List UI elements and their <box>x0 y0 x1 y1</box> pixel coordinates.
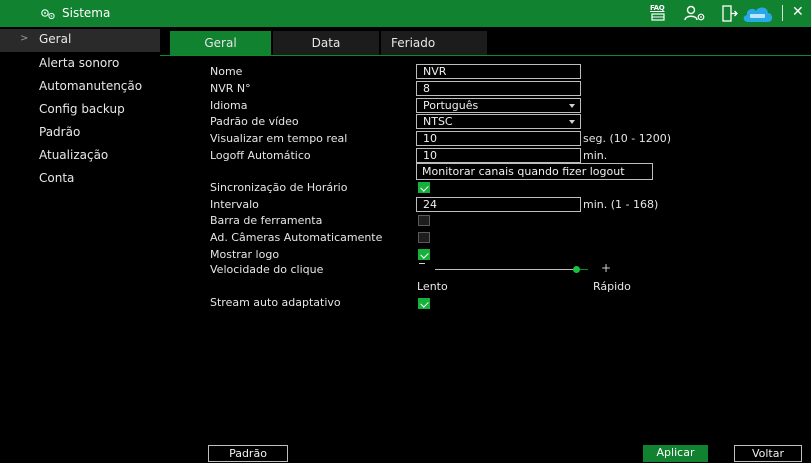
user-icon[interactable] <box>684 5 706 21</box>
slider-low-label: Lento <box>417 280 448 293</box>
mostrar-logo-checkbox[interactable] <box>418 249 430 260</box>
sidebar-item-config-backup[interactable]: Config backup <box>0 99 160 122</box>
sidebar-item-label: Padrão <box>39 125 81 139</box>
velocidade-slider[interactable] <box>435 266 588 273</box>
tab-geral[interactable]: Geral <box>170 31 271 55</box>
close-icon[interactable]: ✕ <box>792 4 804 20</box>
visualizar-suffix: seg. (10 - 1200) <box>583 132 672 145</box>
padrao-video-label: Padrão de vídeo <box>210 115 299 128</box>
sincronizacao-label: Sincronização de Horário <box>210 181 348 194</box>
sidebar-item-label: Automanutenção <box>39 79 143 93</box>
sidebar: > Geral Alerta sonoro Automanutenção Con… <box>0 27 160 463</box>
sidebar-item-automanutencao[interactable]: Automanutenção <box>0 76 160 99</box>
slider-decrease-icon[interactable] <box>419 263 425 264</box>
slider-fill <box>435 269 576 270</box>
idioma-label: Idioma <box>210 99 248 112</box>
mostrar-logo-label: Mostrar logo <box>210 248 280 261</box>
exit-icon[interactable] <box>722 5 738 22</box>
slider-thumb[interactable] <box>573 266 580 273</box>
logoff-input[interactable]: 10 <box>416 148 581 163</box>
visualizar-label: Visualizar em tempo real <box>210 132 348 145</box>
chevron-down-icon <box>569 104 575 108</box>
sidebar-item-alerta-sonoro[interactable]: Alerta sonoro <box>0 53 160 76</box>
sidebar-item-label: Config backup <box>39 102 125 116</box>
nvr-number-label: NVR N° <box>210 82 251 95</box>
intervalo-label: Intervalo <box>210 198 259 211</box>
logoff-suffix: min. <box>583 149 608 162</box>
title-bar: Sistema FAQ ✕ <box>0 0 811 27</box>
titlebar-separator <box>782 5 783 21</box>
faq-label: FAQ <box>650 4 665 12</box>
sincronizacao-checkbox[interactable] <box>418 182 430 193</box>
apply-button[interactable]: Aplicar <box>643 445 708 462</box>
chevron-down-icon <box>569 120 575 124</box>
stream-label: Stream auto adaptativo <box>210 296 341 309</box>
intervalo-input[interactable]: 24 <box>416 197 581 212</box>
slider-high-label: Rápido <box>593 280 631 293</box>
tab-label: Feriado <box>391 36 436 50</box>
idioma-value: Português <box>423 99 479 112</box>
ad-cameras-checkbox[interactable] <box>418 232 430 243</box>
slider-increase-icon[interactable]: + <box>601 262 611 274</box>
nvr-number-value: 8 <box>423 82 430 95</box>
barra-label: Barra de ferramenta <box>210 214 323 227</box>
intervalo-suffix: min. (1 - 168) <box>583 198 659 211</box>
tab-feriado[interactable]: Feriado <box>381 31 487 55</box>
sidebar-item-label: Atualização <box>39 148 109 162</box>
nome-label: Nome <box>210 65 243 78</box>
barra-checkbox[interactable] <box>418 215 430 226</box>
tab-data[interactable]: Data <box>273 31 379 55</box>
window-title: Sistema <box>62 6 111 20</box>
default-button[interactable]: Padrão <box>208 445 288 462</box>
velocidade-label: Velocidade do clique <box>210 263 324 276</box>
nvr-number-input[interactable]: 8 <box>416 81 581 96</box>
padrao-video-select[interactable]: NTSC <box>416 114 581 129</box>
visualizar-input[interactable]: 10 <box>416 131 581 146</box>
idioma-select[interactable]: Português <box>416 98 581 113</box>
nome-value: NVR <box>423 65 447 78</box>
settings-icon <box>41 9 55 20</box>
tab-label: Data <box>311 36 341 50</box>
back-button-label: Voltar <box>751 447 785 460</box>
sidebar-item-label: Conta <box>39 171 75 185</box>
sidebar-item-label: Alerta sonoro <box>39 56 120 70</box>
monitor-channels-label: Monitorar canais quando fizer logout <box>422 165 625 178</box>
tab-label: Geral <box>204 36 237 50</box>
apply-button-label: Aplicar <box>656 446 695 459</box>
logoff-label: Logoff Automático <box>210 149 311 162</box>
back-button[interactable]: Voltar <box>734 445 802 462</box>
faq-icon[interactable]: FAQ <box>650 4 666 22</box>
sidebar-item-label: Geral <box>39 32 72 46</box>
cloud-icon[interactable] <box>741 3 775 24</box>
sidebar-item-conta[interactable]: Conta <box>0 168 160 191</box>
sidebar-item-padrao[interactable]: Padrão <box>0 122 160 145</box>
visualizar-value: 10 <box>423 132 437 145</box>
chevron-right-icon: > <box>20 33 29 44</box>
padrao-video-value: NTSC <box>423 115 453 128</box>
tab-bar: Geral Data Feriado <box>160 31 811 56</box>
ad-cameras-label: Ad. Câmeras Automaticamente <box>210 231 383 244</box>
intervalo-value: 24 <box>423 198 437 211</box>
sidebar-item-geral[interactable]: > Geral <box>0 29 160 52</box>
stream-checkbox[interactable] <box>418 298 430 309</box>
logoff-value: 10 <box>423 149 437 162</box>
monitor-channels-button[interactable]: Monitorar canais quando fizer logout <box>416 163 653 180</box>
sidebar-item-atualizacao[interactable]: Atualização <box>0 145 160 168</box>
default-button-label: Padrão <box>229 447 267 460</box>
nome-input[interactable]: NVR <box>416 64 581 79</box>
settings-panel: Geral Data Feriado Nome NVR NVR N° 8 Idi… <box>160 27 811 463</box>
